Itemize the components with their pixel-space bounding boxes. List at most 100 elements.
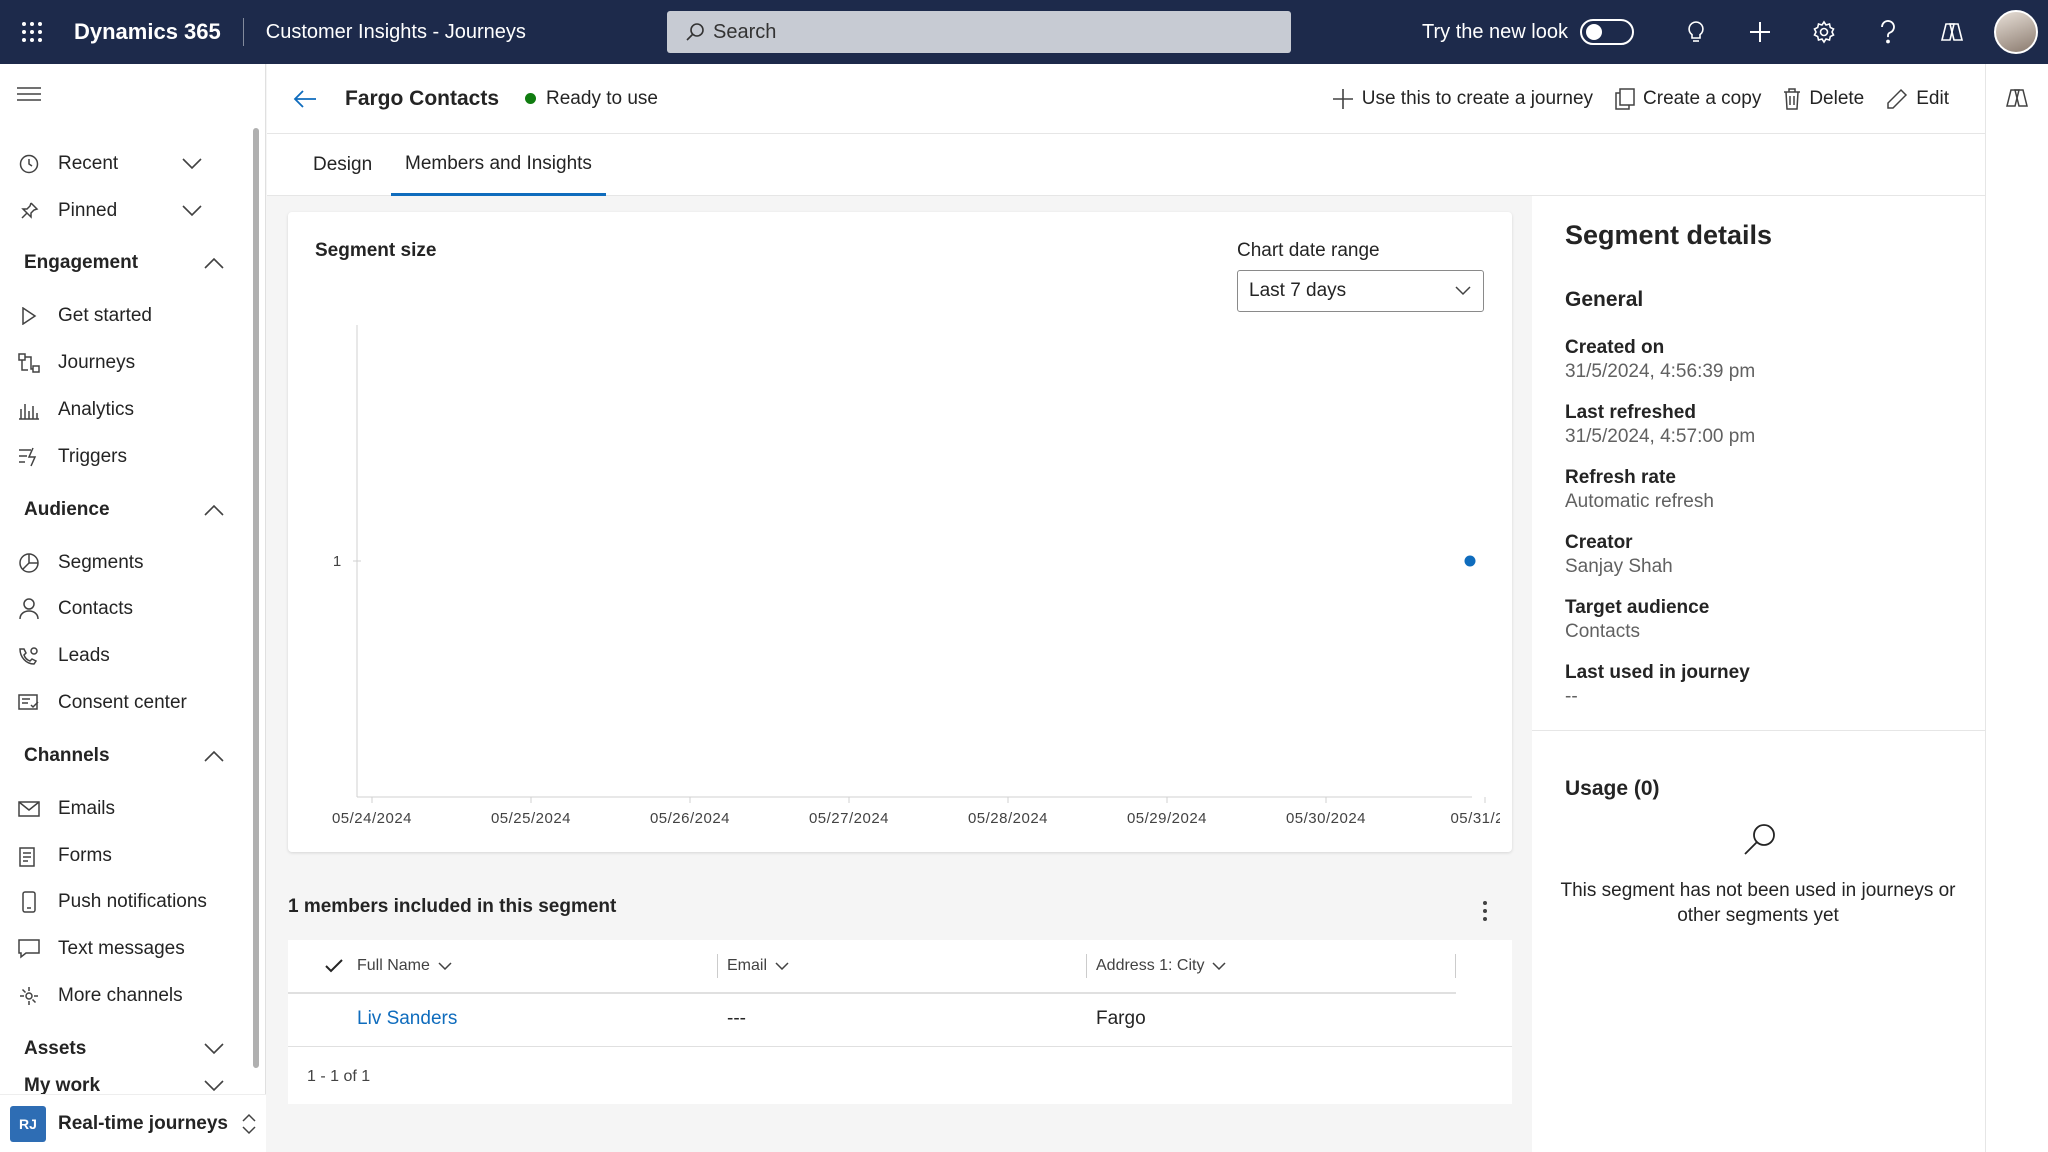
chevron-down-icon: [1455, 286, 1471, 296]
column-separator[interactable]: [1086, 954, 1087, 978]
x-tick-label: 05/31/2…: [1450, 810, 1500, 827]
user-avatar[interactable]: [1994, 10, 2038, 54]
top-bar: Dynamics 365 Customer Insights - Journey…: [0, 0, 2048, 64]
target-audience-value: Contacts: [1565, 621, 1640, 642]
app-name[interactable]: Dynamics 365: [74, 18, 244, 46]
more-options-icon[interactable]: [1482, 900, 1488, 922]
created-on-label: Created on: [1565, 337, 1665, 358]
sidebar-item-label: Segments: [58, 552, 144, 573]
created-on-value: 31/5/2024, 4:56:39 pm: [1565, 361, 1756, 382]
column-header-full-name[interactable]: Full Name: [357, 940, 452, 992]
sidebar-item-label: Text messages: [58, 938, 185, 959]
column-header-email[interactable]: Email: [727, 940, 789, 992]
clock-icon: [0, 154, 58, 174]
hamburger-icon[interactable]: [17, 86, 41, 107]
plus-icon[interactable]: [1728, 0, 1792, 64]
area-switcher[interactable]: RJ Real-time journeys: [0, 1094, 266, 1152]
last-refreshed-label: Last refreshed: [1565, 402, 1696, 423]
sidebar-item-label: More channels: [58, 985, 183, 1006]
sidebar-item-more-channels[interactable]: More channels: [0, 976, 240, 1016]
sidebar-item-pinned[interactable]: Pinned: [0, 191, 240, 231]
column-header-city[interactable]: Address 1: City: [1096, 940, 1227, 992]
chart-title: Segment size: [315, 240, 437, 261]
copilot-icon[interactable]: [1920, 0, 1984, 64]
x-tick-label: 05/27/2024: [809, 810, 889, 827]
sidebar-item-text-messages[interactable]: Text messages: [0, 929, 240, 969]
sidebar-item-consent-center[interactable]: Consent center: [0, 683, 240, 723]
sidebar-item-push-notifications[interactable]: Push notifications: [0, 882, 240, 922]
sidebar-item-get-started[interactable]: Get started: [0, 296, 240, 336]
channels-group-header[interactable]: Channels: [24, 736, 234, 776]
edit-button[interactable]: Edit: [1886, 88, 1949, 110]
sidebar-item-segments[interactable]: Segments: [0, 543, 240, 583]
chevron-down-icon: [438, 962, 452, 970]
chevron-down-icon: [204, 1043, 224, 1055]
new-look-label: Try the new look: [1422, 20, 1568, 43]
sidebar-item-label: Contacts: [58, 598, 133, 619]
pencil-icon: [1887, 88, 1908, 109]
refresh-rate-label: Refresh rate: [1565, 467, 1676, 488]
usage-heading: Usage (0): [1565, 777, 1660, 800]
sidebar-item-triggers[interactable]: Triggers: [0, 437, 240, 477]
sidebar-scrollbar[interactable]: [253, 128, 259, 1068]
city-cell: Fargo: [1096, 1008, 1146, 1029]
sidebar-item-contacts[interactable]: Contacts: [0, 589, 240, 629]
sidebar-item-label: Consent center: [58, 692, 187, 713]
row-divider: [288, 1046, 1512, 1047]
mobile-icon: [0, 891, 58, 913]
select-all-checkmark-icon[interactable]: [325, 959, 343, 973]
search-placeholder: Search: [713, 20, 777, 43]
back-arrow-icon[interactable]: [293, 89, 317, 109]
details-divider: [1532, 730, 1985, 731]
pin-icon: [0, 201, 58, 221]
assets-group-header[interactable]: Assets: [24, 1029, 234, 1069]
chat-icon: [0, 939, 58, 959]
person-icon: [0, 598, 58, 620]
sidebar-item-label: Forms: [58, 845, 112, 866]
help-icon[interactable]: [1856, 0, 1920, 64]
last-used-value: --: [1565, 686, 1578, 707]
search-box[interactable]: Search: [667, 11, 1291, 53]
chart-range-dropdown[interactable]: Last 7 days: [1237, 270, 1484, 312]
sidebar-item-forms[interactable]: Forms: [0, 836, 240, 876]
sidebar-item-label: Leads: [58, 645, 110, 666]
y-tick-label: 1: [333, 553, 341, 570]
trash-icon: [1784, 88, 1801, 110]
analytics-icon: [0, 400, 58, 420]
engagement-group-header[interactable]: Engagement: [24, 243, 234, 283]
chart-range-label: Chart date range: [1237, 240, 1380, 261]
create-journey-button[interactable]: Use this to create a journey: [1332, 88, 1593, 110]
copy-icon: [1615, 88, 1635, 110]
sidebar-item-leads[interactable]: Leads: [0, 636, 240, 676]
audience-group-header[interactable]: Audience: [24, 490, 234, 530]
tab-design[interactable]: Design: [299, 134, 386, 196]
waffle-icon[interactable]: [0, 0, 64, 64]
members-count-title: 1 members included in this segment: [288, 896, 617, 917]
status-badge: Ready to use: [525, 88, 658, 110]
create-copy-button[interactable]: Create a copy: [1615, 88, 1761, 110]
copilot-icon[interactable]: [2005, 86, 2029, 110]
sidebar-item-emails[interactable]: Emails: [0, 789, 240, 829]
table-row[interactable]: Liv Sanders --- Fargo: [288, 994, 1512, 1046]
record-title: Fargo Contacts: [345, 86, 500, 110]
grid-pager: 1 - 1 of 1: [288, 1050, 1512, 1104]
column-separator[interactable]: [1455, 954, 1456, 978]
x-tick-label: 05/26/2024: [650, 810, 730, 827]
tab-members-and-insights[interactable]: Members and Insights: [391, 134, 606, 196]
gear-icon[interactable]: [1792, 0, 1856, 64]
app-area-name[interactable]: Customer Insights - Journeys: [244, 21, 526, 44]
column-separator[interactable]: [717, 954, 718, 978]
area-label: Real-time journeys: [58, 1112, 228, 1134]
sidebar-item-recent[interactable]: Recent: [0, 144, 240, 184]
x-tick-label: 05/25/2024: [491, 810, 571, 827]
lightbulb-icon[interactable]: [1664, 0, 1728, 64]
sidebar-item-analytics[interactable]: Analytics: [0, 390, 240, 430]
creator-label: Creator: [1565, 532, 1633, 553]
sidebar-item-journeys[interactable]: Journeys: [0, 343, 240, 383]
chevron-updown-icon: [242, 1113, 256, 1134]
new-look-toggle[interactable]: [1580, 19, 1634, 45]
sidebar-item-label: Push notifications: [58, 891, 207, 912]
full-name-cell[interactable]: Liv Sanders: [357, 1008, 457, 1030]
usage-empty-message: This segment has not been used in journe…: [1560, 880, 1956, 926]
delete-button[interactable]: Delete: [1783, 88, 1864, 110]
